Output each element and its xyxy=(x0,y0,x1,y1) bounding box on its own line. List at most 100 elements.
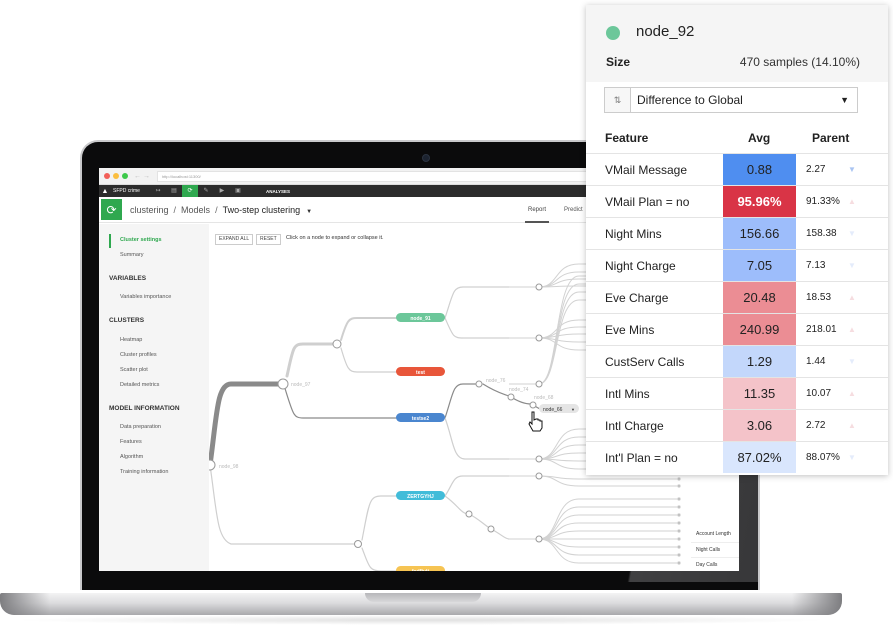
sidebar-item-algorithm[interactable]: Algorithm xyxy=(120,454,143,460)
tree-leaf[interactable] xyxy=(677,484,681,488)
tree-leaf[interactable] xyxy=(677,477,681,481)
node-details-card: node_92 Size 470 samples (14.10%) ⇅ Diff… xyxy=(586,5,888,475)
tree-leaf[interactable] xyxy=(677,513,681,517)
clustering-icon: ⟳ xyxy=(101,199,122,220)
feature-name: VMail Plan = no xyxy=(605,194,690,209)
size-value: 470 samples (14.10%) xyxy=(739,55,860,69)
avg-value: 156.66 xyxy=(723,218,796,249)
sidebar-item-heatmap[interactable]: Heatmap xyxy=(120,337,142,343)
tree-node[interactable] xyxy=(535,283,543,291)
tree-leaf[interactable] xyxy=(677,497,681,501)
avg-value: 87.02% xyxy=(723,442,796,473)
cluster-pill[interactable]: test xyxy=(396,367,445,376)
tree-leaf[interactable] xyxy=(677,537,681,541)
tree-node[interactable] xyxy=(529,401,537,409)
cluster-pill[interactable]: testse2 xyxy=(396,413,445,422)
tree-node[interactable] xyxy=(535,535,543,543)
tab-report[interactable]: Report xyxy=(525,197,550,223)
tree-node[interactable] xyxy=(535,455,543,463)
background-metrics-table: Account Length109.61101.75Night Calls97.… xyxy=(691,527,739,571)
table-row: Day Calls102.71100.60 xyxy=(691,558,739,571)
tree-node[interactable] xyxy=(209,459,216,471)
breadcrumb-separator: / xyxy=(215,204,218,215)
tab-predict[interactable]: Predict xyxy=(564,197,583,223)
dashboard-icon[interactable]: ▣ xyxy=(230,185,246,197)
feature-name: Eve Mins xyxy=(605,322,655,337)
tree-leaf[interactable] xyxy=(677,553,681,557)
camera-icon xyxy=(422,154,430,162)
breadcrumb-item[interactable]: Models xyxy=(181,205,210,215)
sidebar-item-scatter-plot[interactable]: Scatter plot xyxy=(120,367,148,373)
tree-edge xyxy=(444,495,510,540)
tree-edge xyxy=(444,286,510,319)
column-header-feature[interactable]: Feature xyxy=(605,131,648,145)
sidebar-item-cluster-profiles[interactable]: Cluster profiles xyxy=(120,352,157,358)
tree-leaf[interactable] xyxy=(677,521,681,525)
table-row: VMail Message 0.88 2.27 ▼ xyxy=(586,153,888,185)
tree-node[interactable] xyxy=(507,393,515,401)
parent-value: 1.44 xyxy=(806,356,826,367)
tree-node[interactable] xyxy=(475,380,483,388)
table-row: VMail Plan = no 95.96% 91.33% ▲ xyxy=(586,185,888,217)
project-name[interactable]: SFPD crime xyxy=(113,188,140,194)
sidebar-item-summary[interactable]: Summary xyxy=(120,252,144,258)
laptop-shadow xyxy=(10,615,832,625)
table-row: Eve Mins 240.99 218.01 ▲ xyxy=(586,313,888,345)
analysis-icon[interactable]: ⟳ xyxy=(181,185,198,197)
maximize-window-button[interactable] xyxy=(122,173,128,179)
tree-node[interactable] xyxy=(332,339,342,349)
notebook-icon[interactable]: ✎ xyxy=(198,185,214,197)
trend-down-icon: ▼ xyxy=(848,453,856,462)
laptop-base-edge xyxy=(792,593,842,615)
sidebar-item-variables-importance[interactable]: Variables importance xyxy=(120,294,171,300)
node-label: node_98 xyxy=(219,464,239,470)
chevron-down-icon[interactable]: ▼ xyxy=(306,209,312,215)
avg-value: 95.96% xyxy=(723,186,796,217)
app-logo-icon[interactable]: ▲ xyxy=(99,188,111,195)
caret-down-icon: ▼ xyxy=(840,95,849,105)
breadcrumb-current[interactable]: Two-step clustering xyxy=(223,205,301,215)
parent-value: 91.33% xyxy=(806,196,840,207)
sidebar-item-detailed-metrics[interactable]: Detailed metrics xyxy=(120,382,159,388)
sidebar-item-cluster-settings[interactable]: Cluster settings xyxy=(120,237,162,243)
tree-edge xyxy=(285,342,339,378)
minimize-window-button[interactable] xyxy=(113,173,119,179)
pill-label: node_91 xyxy=(410,316,431,322)
cluster-pill[interactable]: fgdfhdt xyxy=(396,566,445,571)
breadcrumb-item[interactable]: clustering xyxy=(130,205,169,215)
tree-node[interactable] xyxy=(277,378,289,390)
table-row: Account Length109.61101.75 xyxy=(691,527,739,543)
sidebar-item-features[interactable]: Features xyxy=(120,439,142,445)
tree-leaf[interactable] xyxy=(677,545,681,549)
tree-node[interactable] xyxy=(465,510,473,518)
tree-leaf[interactable] xyxy=(677,505,681,509)
parent-value: 218.01 xyxy=(806,324,837,335)
laptop-notch xyxy=(365,593,481,602)
tree-node[interactable] xyxy=(535,472,543,480)
tree-node[interactable] xyxy=(535,334,543,342)
tree-node[interactable] xyxy=(354,540,362,548)
chevron-down-icon[interactable]: ▼ xyxy=(571,407,575,412)
flow-icon[interactable]: ↣ xyxy=(150,185,166,197)
tree-node[interactable] xyxy=(487,525,495,533)
trend-up-icon: ▲ xyxy=(848,421,856,430)
close-window-button[interactable] xyxy=(104,173,110,179)
tree-node[interactable] xyxy=(535,380,543,388)
node-label: node_74 xyxy=(509,387,529,393)
play-icon[interactable]: ▶ xyxy=(214,185,230,197)
tree-leaf[interactable] xyxy=(677,561,681,565)
parent-value: 2.27 xyxy=(806,164,826,175)
back-forward-icon[interactable]: ← → xyxy=(134,173,150,180)
tree-edge xyxy=(538,538,679,548)
column-header-parent[interactable]: Parent xyxy=(812,131,849,145)
sidebar-item-training-information[interactable]: Training information xyxy=(120,469,168,475)
cluster-pill[interactable]: node_91 xyxy=(396,313,445,322)
trend-down-icon: ▼ xyxy=(848,229,856,238)
column-header-avg[interactable]: Avg xyxy=(748,131,770,145)
dataset-icon[interactable]: ▤ xyxy=(166,185,182,197)
sort-dropdown[interactable]: ⇅ Difference to Global ▼ xyxy=(604,87,858,113)
tree-leaf[interactable] xyxy=(677,529,681,533)
cluster-pill[interactable]: ZERTGYHJ xyxy=(396,491,445,500)
sidebar-item-data-preparation[interactable]: Data preparation xyxy=(120,424,161,430)
sidebar: Cluster settings Summary VARIABLES Varia… xyxy=(99,224,209,571)
